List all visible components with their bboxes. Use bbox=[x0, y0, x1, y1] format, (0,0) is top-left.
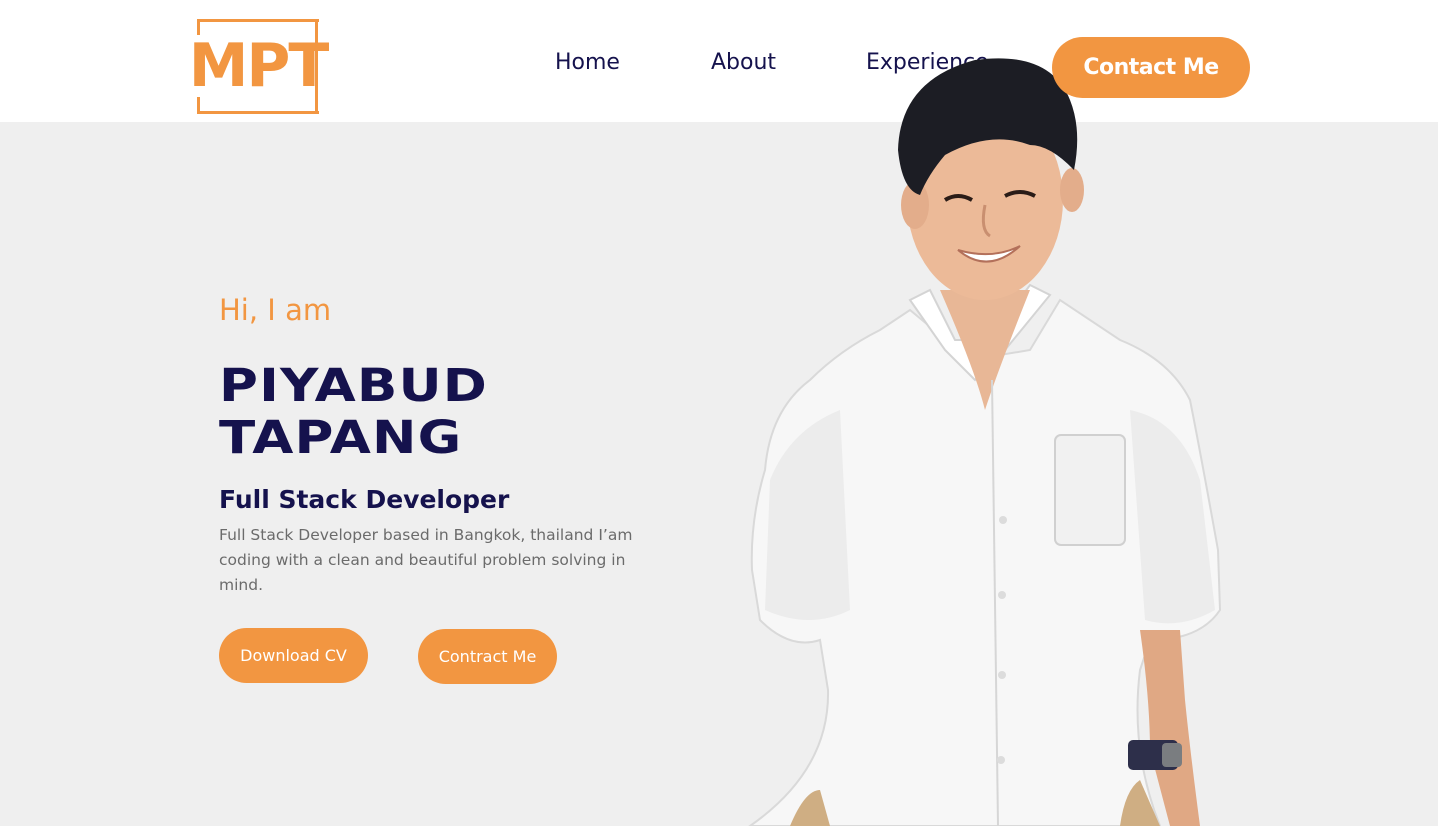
contract-me-button[interactable]: Contract Me bbox=[418, 629, 557, 684]
hero-last-name: TAPANG bbox=[219, 411, 463, 464]
portrait-photo bbox=[748, 58, 1222, 826]
nav-link-home[interactable]: Home bbox=[555, 50, 620, 75]
logo-frame bbox=[197, 111, 319, 114]
logo-text: MPT bbox=[188, 31, 330, 101]
hero-greeting: Hi, I am bbox=[219, 293, 332, 327]
hero-bio: Full Stack Developer based in Bangkok, t… bbox=[219, 526, 633, 594]
logo-frame bbox=[197, 19, 319, 22]
contact-me-button[interactable]: Contact Me bbox=[1052, 37, 1250, 98]
hero-first-name: PIYABUD bbox=[219, 359, 489, 412]
site-logo[interactable]: MPT bbox=[184, 19, 332, 115]
hero-role: Full Stack Developer bbox=[219, 485, 510, 514]
hero-name: PIYABUD TAPANG bbox=[219, 360, 488, 464]
download-cv-button[interactable]: Download CV bbox=[219, 628, 368, 683]
